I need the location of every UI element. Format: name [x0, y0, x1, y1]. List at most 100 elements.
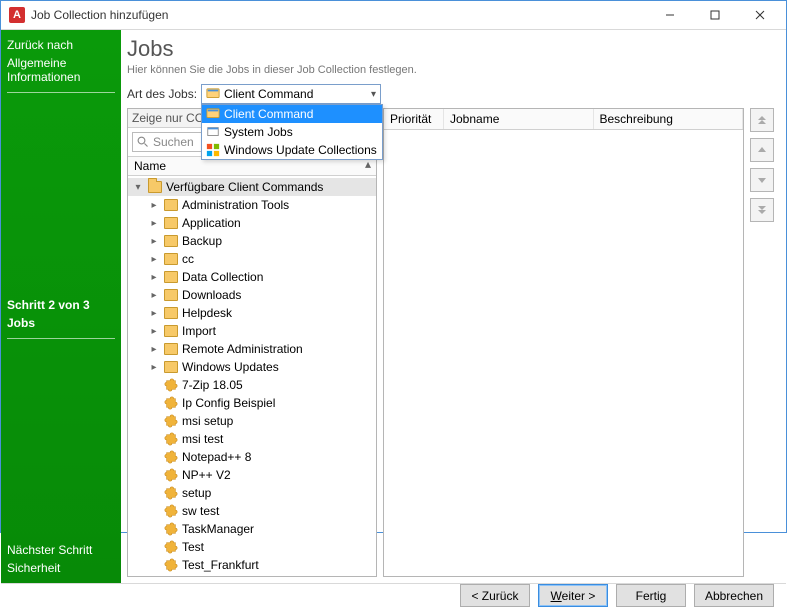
move-top-button[interactable]: [750, 108, 774, 132]
puzzle-icon: [164, 414, 178, 428]
tree-label: setup: [182, 486, 211, 500]
tree-label: Data Collection: [182, 270, 263, 284]
tree-item[interactable]: Ip Config Beispiel: [128, 394, 376, 412]
expand-icon[interactable]: ▸: [148, 218, 160, 229]
sidebar-step-security[interactable]: Sicherheit: [7, 559, 115, 577]
jobtype-combobox[interactable]: Client Command ▾ Client Command System J…: [201, 84, 381, 104]
puzzle-icon: [164, 378, 178, 392]
tree-label: Downloads: [182, 288, 241, 302]
tree-item[interactable]: NP++ V2: [128, 466, 376, 484]
tree-label: Test_Frankfurt: [182, 558, 259, 572]
tree-folder[interactable]: ▸Helpdesk: [128, 304, 376, 322]
tree-item[interactable]: Test: [128, 538, 376, 556]
tree-folder[interactable]: ▸ Import: [128, 322, 376, 340]
tree-item[interactable]: sw test: [128, 502, 376, 520]
wizard-sidebar: Zurück nach Allgemeine Informationen Sch…: [1, 30, 121, 583]
move-up-button[interactable]: [750, 138, 774, 162]
expand-icon[interactable]: ▸: [148, 362, 160, 373]
tree-item[interactable]: msi setup: [128, 412, 376, 430]
panes: Zeige nur CCs Suchen Name ▴ ▾Verfügbare …: [127, 108, 776, 577]
tree-label: Windows Updates: [182, 360, 279, 374]
table-body[interactable]: [384, 130, 743, 576]
sidebar-step-current: Jobs: [7, 314, 115, 332]
dropdown-item-label: System Jobs: [224, 125, 293, 139]
folder-icon: [164, 253, 178, 265]
jobs-table: Priorität Jobname Beschreibung: [383, 108, 744, 577]
tree-label: NP++ V2: [182, 468, 231, 482]
tree-folder[interactable]: ▸ Administration Tools: [128, 196, 376, 214]
tree-label: cc: [182, 252, 194, 266]
finish-button[interactable]: Fertig: [616, 584, 686, 607]
tree-label: Verfügbare Client Commands: [166, 180, 323, 194]
button-label: Fertig: [636, 589, 667, 603]
tree-folder[interactable]: ▸ Backup: [128, 232, 376, 250]
tree-item[interactable]: setup: [128, 484, 376, 502]
tree-item[interactable]: Notepad++ 8: [128, 448, 376, 466]
back-button[interactable]: < Zurück: [460, 584, 530, 607]
button-label: < Zurück: [471, 589, 518, 603]
window-title: Job Collection hinzufügen: [31, 8, 168, 22]
jobtype-dropdown: Client Command System Jobs Windows Updat…: [201, 104, 383, 160]
tree-root[interactable]: ▾ Verfügbare Client Commands: [128, 178, 376, 196]
button-label: Weiter >: [551, 589, 596, 603]
dropdown-item-client-command[interactable]: Client Command: [202, 105, 382, 123]
expand-icon[interactable]: ▸: [148, 254, 160, 265]
tree-folder[interactable]: ▸ Downloads: [128, 286, 376, 304]
expand-icon[interactable]: ▸: [148, 290, 160, 301]
tree-folder[interactable]: ▸ Data Collection: [128, 268, 376, 286]
tree-item[interactable]: TaskManager: [128, 520, 376, 538]
folder-icon: [164, 235, 178, 247]
maximize-button[interactable]: [692, 1, 737, 29]
jobtype-row: Art des Jobs: Client Command ▾ Client Co…: [127, 84, 776, 104]
column-header-description[interactable]: Beschreibung: [594, 109, 744, 129]
tree-label: Application: [182, 216, 241, 230]
folder-icon: [164, 289, 178, 301]
column-header-priority[interactable]: Priorität: [384, 109, 444, 129]
puzzle-icon: [164, 486, 178, 500]
dropdown-item-label: Client Command: [224, 107, 313, 121]
dropdown-item-system-jobs[interactable]: System Jobs: [202, 123, 382, 141]
chevron-down-icon: ▾: [371, 89, 376, 100]
tree-label: sw test: [182, 504, 219, 518]
expand-icon[interactable]: ▸: [148, 326, 160, 337]
tree-folder[interactable]: ▸ Application: [128, 214, 376, 232]
tree-item[interactable]: msi test: [128, 430, 376, 448]
tree-folder[interactable]: ▸ cc: [128, 250, 376, 268]
titlebar: A Job Collection hinzufügen: [1, 1, 786, 29]
expand-icon[interactable]: ▸: [148, 308, 160, 319]
tree-label: Remote Administration: [182, 342, 303, 356]
move-bottom-button[interactable]: [750, 198, 774, 222]
puzzle-icon: [164, 450, 178, 464]
expand-icon[interactable]: ▸: [148, 272, 160, 283]
expand-icon[interactable]: ▸: [148, 236, 160, 247]
move-down-button[interactable]: [750, 168, 774, 192]
tree-label: Backup: [182, 234, 222, 248]
tree-label: Import: [182, 324, 216, 338]
content: Zurück nach Allgemeine Informationen Sch…: [1, 29, 786, 583]
folder-icon: [164, 271, 178, 283]
tree-label: Administration Tools: [182, 198, 289, 212]
tree-folder[interactable]: ▸ Remote Administration: [128, 340, 376, 358]
sidebar-back-label[interactable]: Zurück nach: [7, 36, 115, 54]
close-button[interactable]: [737, 1, 782, 29]
search-icon: [137, 136, 149, 148]
folder-icon: [164, 217, 178, 229]
button-label: Abbrechen: [705, 589, 763, 603]
tree-item[interactable]: 7-Zip 18.05: [128, 376, 376, 394]
expand-icon[interactable]: ▸: [148, 200, 160, 211]
puzzle-icon: [164, 522, 178, 536]
dropdown-item-windows-update[interactable]: Windows Update Collections: [202, 141, 382, 159]
expand-icon[interactable]: ▸: [148, 344, 160, 355]
cancel-button[interactable]: Abbrechen: [694, 584, 774, 607]
tree-body[interactable]: ▾ Verfügbare Client Commands ▸ Administrat…: [128, 176, 376, 576]
tree-folder[interactable]: ▸ Windows Updates: [128, 358, 376, 376]
tree-item[interactable]: Test_Frankfurt: [128, 556, 376, 574]
minimize-button[interactable]: [647, 1, 692, 29]
sidebar-step-general[interactable]: Allgemeine Informationen: [7, 54, 115, 86]
puzzle-icon: [164, 432, 178, 446]
next-button[interactable]: Weiter >: [538, 584, 608, 607]
expand-icon[interactable]: ▾: [132, 182, 144, 193]
tree-label: 7-Zip 18.05: [182, 378, 243, 392]
tree-label: msi test: [182, 432, 223, 446]
column-header-jobname[interactable]: Jobname: [444, 109, 594, 129]
